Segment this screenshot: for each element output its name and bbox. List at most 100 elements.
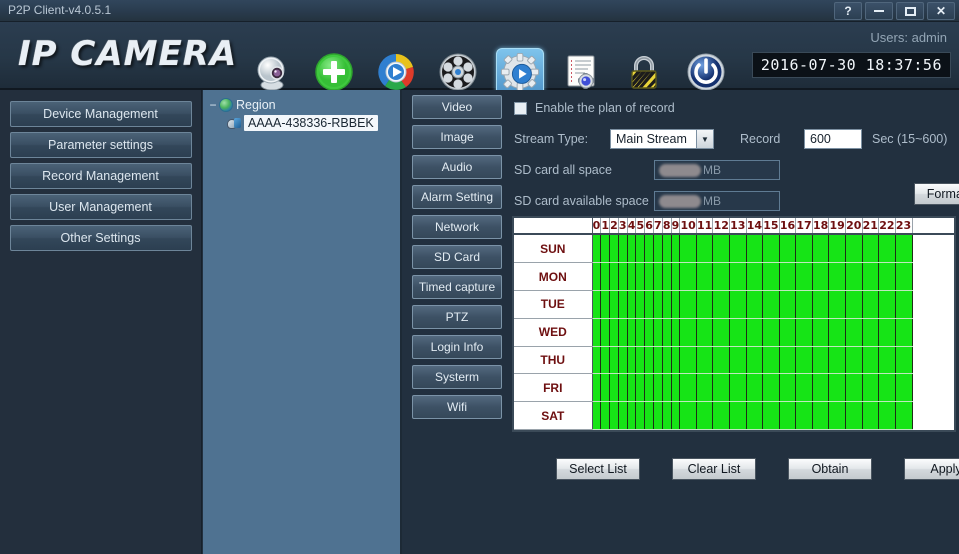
schedule-cell[interactable] xyxy=(878,290,896,319)
schedule-cell[interactable] xyxy=(779,234,797,264)
schedule-cell[interactable] xyxy=(679,262,697,291)
schedule-cell[interactable] xyxy=(746,401,764,430)
format-sd-button[interactable]: Format SD xyxy=(914,183,959,205)
schedule-cell[interactable] xyxy=(662,401,672,430)
schedule-cell[interactable] xyxy=(878,373,896,403)
schedule-cell[interactable] xyxy=(653,346,663,375)
schedule-cell[interactable] xyxy=(845,234,863,264)
schedule-cell[interactable] xyxy=(592,290,602,319)
schedule-cell[interactable] xyxy=(592,318,602,347)
schedule-cell[interactable] xyxy=(627,290,637,319)
schedule-cell[interactable] xyxy=(762,346,780,375)
schedule-cell[interactable] xyxy=(600,318,611,347)
schedule-cell[interactable] xyxy=(592,373,602,403)
tab-video[interactable]: Video xyxy=(412,95,502,119)
schedule-cell[interactable] xyxy=(828,262,846,291)
schedule-cell[interactable] xyxy=(609,318,619,347)
schedule-cell[interactable] xyxy=(746,234,764,264)
schedule-cell[interactable] xyxy=(635,346,646,375)
schedule-cell[interactable] xyxy=(592,262,602,291)
schedule-cell[interactable] xyxy=(779,290,797,319)
schedule-cell[interactable] xyxy=(812,373,830,403)
record-schedule-grid[interactable]: 0 1 2 3 4 5 6 7 8 9 10 11 12 13 14 15 16 17 18 19 20 21 22 23 S… xyxy=(512,216,956,432)
schedule-cell[interactable] xyxy=(746,262,764,291)
schedule-cell[interactable] xyxy=(862,401,880,430)
schedule-cell[interactable] xyxy=(895,318,913,347)
film-reel-icon[interactable] xyxy=(434,48,482,96)
minimize-button[interactable] xyxy=(865,2,893,20)
schedule-cell[interactable] xyxy=(679,290,697,319)
schedule-cell[interactable] xyxy=(635,234,646,264)
gear-play-icon[interactable] xyxy=(496,48,544,96)
schedule-cell[interactable] xyxy=(644,290,654,319)
schedule-cell[interactable] xyxy=(878,234,896,264)
schedule-cell[interactable] xyxy=(746,346,764,375)
schedule-cell[interactable] xyxy=(862,318,880,347)
schedule-cell[interactable] xyxy=(712,262,730,291)
schedule-cell[interactable] xyxy=(729,401,747,430)
schedule-cell[interactable] xyxy=(653,318,663,347)
maximize-button[interactable] xyxy=(896,2,924,20)
schedule-cell[interactable] xyxy=(609,262,619,291)
schedule-cell[interactable] xyxy=(679,346,697,375)
schedule-cell[interactable] xyxy=(746,318,764,347)
schedule-cell[interactable] xyxy=(729,290,747,319)
schedule-cell[interactable] xyxy=(609,290,619,319)
schedule-cell[interactable] xyxy=(878,262,896,291)
schedule-cell[interactable] xyxy=(653,373,663,403)
schedule-cell[interactable] xyxy=(627,401,637,430)
stream-type-select[interactable]: Main Stream ▼ xyxy=(610,129,714,149)
schedule-cell[interactable] xyxy=(795,290,813,319)
schedule-cell[interactable] xyxy=(696,318,714,347)
schedule-cell[interactable] xyxy=(845,318,863,347)
power-icon[interactable] xyxy=(682,48,730,96)
schedule-cell[interactable] xyxy=(795,401,813,430)
schedule-cell[interactable] xyxy=(895,262,913,291)
schedule-cell[interactable] xyxy=(812,318,830,347)
tab-sd-card[interactable]: SD Card xyxy=(412,245,502,269)
schedule-cell[interactable] xyxy=(762,401,780,430)
schedule-cell[interactable] xyxy=(627,373,637,403)
schedule-cell[interactable] xyxy=(671,290,681,319)
schedule-cell[interactable] xyxy=(779,262,797,291)
camera-icon[interactable] xyxy=(248,48,296,96)
schedule-cell[interactable] xyxy=(762,290,780,319)
schedule-cell[interactable] xyxy=(862,290,880,319)
schedule-cell[interactable] xyxy=(679,401,697,430)
schedule-cell[interactable] xyxy=(729,262,747,291)
schedule-cell[interactable] xyxy=(618,262,628,291)
schedule-cell[interactable] xyxy=(862,262,880,291)
schedule-cell[interactable] xyxy=(671,346,681,375)
schedule-cell[interactable] xyxy=(712,318,730,347)
schedule-cell[interactable] xyxy=(746,373,764,403)
schedule-cell[interactable] xyxy=(679,373,697,403)
schedule-cell[interactable] xyxy=(779,318,797,347)
schedule-cell[interactable] xyxy=(600,346,611,375)
schedule-cell[interactable] xyxy=(779,346,797,375)
schedule-cell[interactable] xyxy=(653,401,663,430)
lock-icon[interactable] xyxy=(620,48,668,96)
close-button[interactable]: ✕ xyxy=(927,2,955,20)
clear-list-button[interactable]: Clear List xyxy=(672,458,756,480)
schedule-cell[interactable] xyxy=(828,373,846,403)
schedule-cell[interactable] xyxy=(662,373,672,403)
schedule-cell[interactable] xyxy=(644,262,654,291)
schedule-cell[interactable] xyxy=(845,401,863,430)
log-gear-icon[interactable] xyxy=(558,48,606,96)
schedule-cell[interactable] xyxy=(662,290,672,319)
record-seconds-input[interactable]: 600 xyxy=(804,129,862,149)
schedule-cell[interactable] xyxy=(712,234,730,264)
schedule-cell[interactable] xyxy=(878,401,896,430)
schedule-cell[interactable] xyxy=(600,373,611,403)
schedule-cell[interactable] xyxy=(812,234,830,264)
schedule-cell[interactable] xyxy=(895,401,913,430)
schedule-cell[interactable] xyxy=(795,373,813,403)
schedule-cell[interactable] xyxy=(795,234,813,264)
schedule-cell[interactable] xyxy=(635,318,646,347)
schedule-cell[interactable] xyxy=(600,234,611,264)
schedule-cell[interactable] xyxy=(627,262,637,291)
schedule-cell[interactable] xyxy=(653,234,663,264)
tree-node-device[interactable]: AAAA-438336-RBBEK xyxy=(207,114,396,132)
schedule-cell[interactable] xyxy=(627,234,637,264)
schedule-cell[interactable] xyxy=(862,346,880,375)
